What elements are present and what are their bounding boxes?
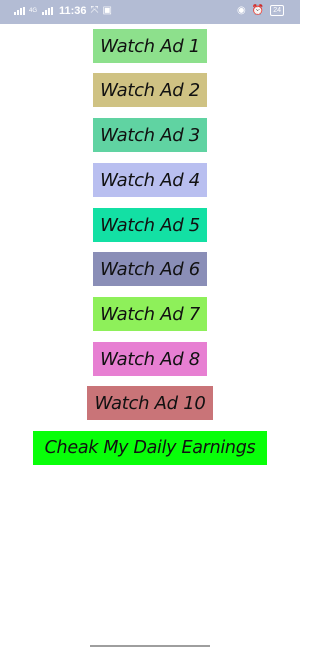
signal-icon bbox=[14, 7, 25, 15]
watch-ad-1-button[interactable]: Watch Ad 1 bbox=[93, 29, 207, 63]
watch-ad-7-button[interactable]: Watch Ad 7 bbox=[93, 297, 207, 331]
navigation-handle[interactable] bbox=[90, 645, 210, 647]
location-icon: ◉ bbox=[237, 4, 246, 16]
watch-ad-5-button[interactable]: Watch Ad 5 bbox=[93, 208, 207, 242]
notification-icon: ▣ bbox=[102, 5, 112, 16]
watch-ad-4-button[interactable]: Watch Ad 4 bbox=[93, 163, 207, 197]
battery-icon: 24 bbox=[270, 5, 284, 16]
watch-ad-2-button[interactable]: Watch Ad 2 bbox=[93, 73, 207, 107]
status-left: 4G 11:36 ⤧ ▣ bbox=[14, 5, 112, 17]
watch-ad-6-button[interactable]: Watch Ad 6 bbox=[93, 252, 207, 286]
watch-ad-8-button[interactable]: Watch Ad 8 bbox=[93, 342, 207, 376]
status-bar: 4G 11:36 ⤧ ▣ ◉ ⏰ 24 bbox=[0, 0, 300, 24]
alarm-icon: ⏰ bbox=[251, 4, 265, 16]
transfer-icon: ⤧ bbox=[90, 5, 99, 16]
status-time: 11:36 bbox=[59, 5, 87, 17]
status-right: ◉ ⏰ 24 bbox=[237, 5, 284, 16]
watch-ad-10-button[interactable]: Watch Ad 10 bbox=[87, 386, 213, 420]
watch-ad-3-button[interactable]: Watch Ad 3 bbox=[93, 118, 207, 152]
check-daily-earnings-button[interactable]: Cheak My Daily Earnings bbox=[33, 431, 267, 465]
signal-icon-2 bbox=[42, 7, 54, 15]
network-label: 4G bbox=[29, 8, 38, 14]
